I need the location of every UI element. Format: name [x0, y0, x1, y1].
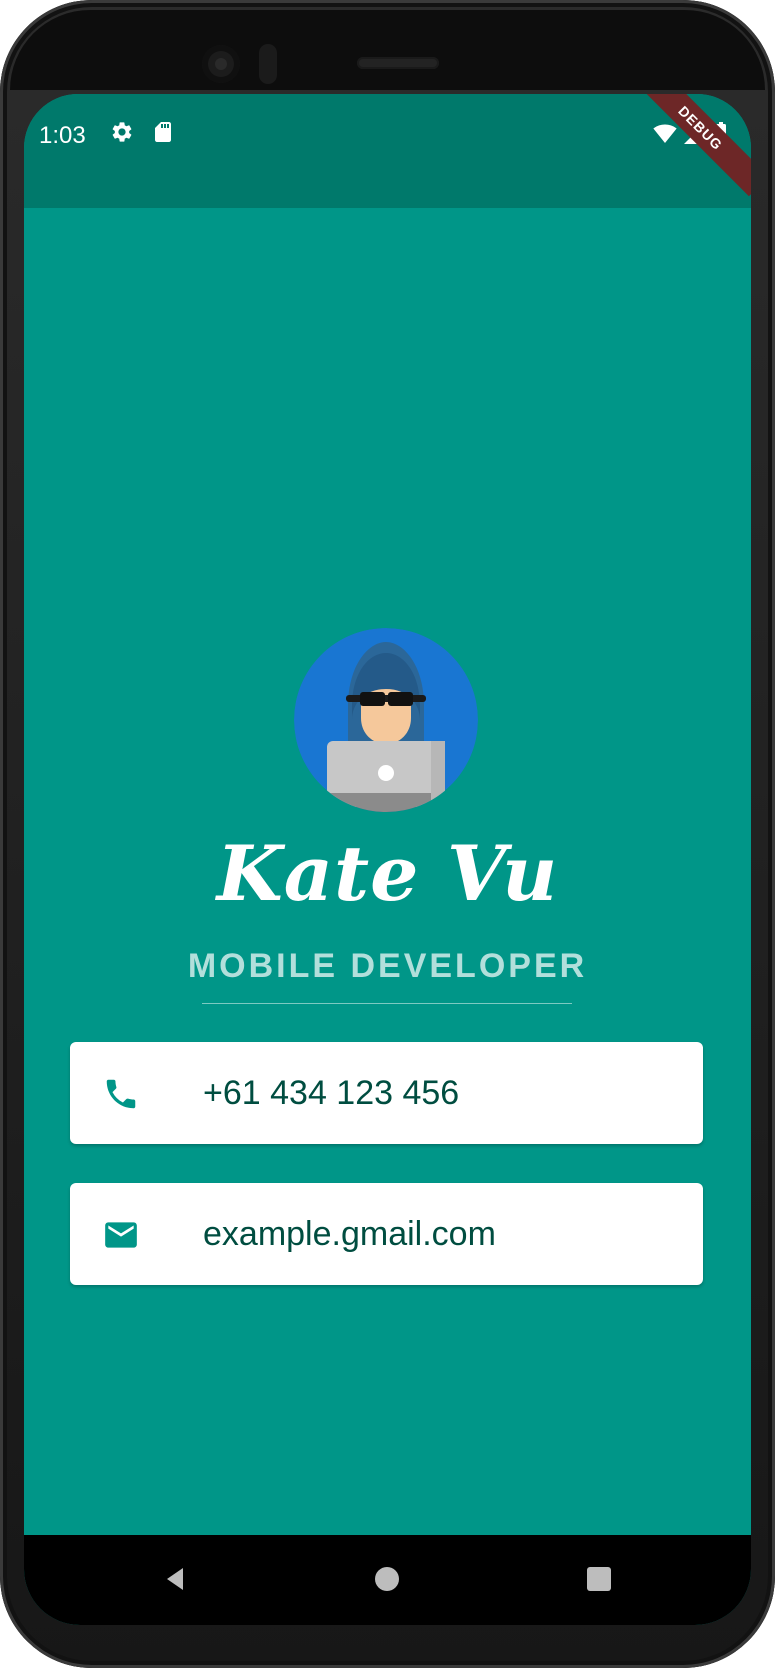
phone-number: +61 434 123 456 — [203, 1074, 460, 1112]
profile-title: MOBILE DEVELOPER — [187, 947, 588, 985]
email-icon — [102, 1216, 140, 1254]
phone-frame: 1:03 DEBUG Kate Vu MOBILE DEVELOPER +61 … — [0, 0, 775, 1668]
status-time: 1:03 — [39, 122, 86, 149]
sd-card-icon — [151, 120, 175, 144]
front-camera-icon — [202, 45, 240, 83]
phone-icon — [102, 1075, 140, 1113]
hacker-avatar-icon — [294, 628, 478, 812]
email-card[interactable]: example.gmail.com — [70, 1183, 703, 1285]
device-screen: 1:03 DEBUG Kate Vu MOBILE DEVELOPER +61 … — [24, 94, 751, 1625]
phone-top-bezel — [10, 10, 765, 90]
back-icon[interactable] — [156, 1559, 196, 1599]
profile-content: Kate Vu MOBILE DEVELOPER +61 434 123 456… — [24, 208, 751, 1535]
status-bar: 1:03 DEBUG — [24, 94, 751, 208]
wifi-icon — [653, 122, 677, 146]
sensor-icon — [259, 44, 277, 84]
phone-card[interactable]: +61 434 123 456 — [70, 1042, 703, 1144]
profile-name: Kate Vu — [216, 829, 559, 918]
gear-icon — [110, 120, 134, 144]
recents-icon[interactable] — [579, 1559, 619, 1599]
title-divider — [202, 1003, 572, 1004]
speaker-grille — [357, 57, 439, 69]
email-address: example.gmail.com — [203, 1215, 496, 1253]
home-icon[interactable] — [367, 1559, 407, 1599]
navigation-bar — [24, 1535, 751, 1625]
